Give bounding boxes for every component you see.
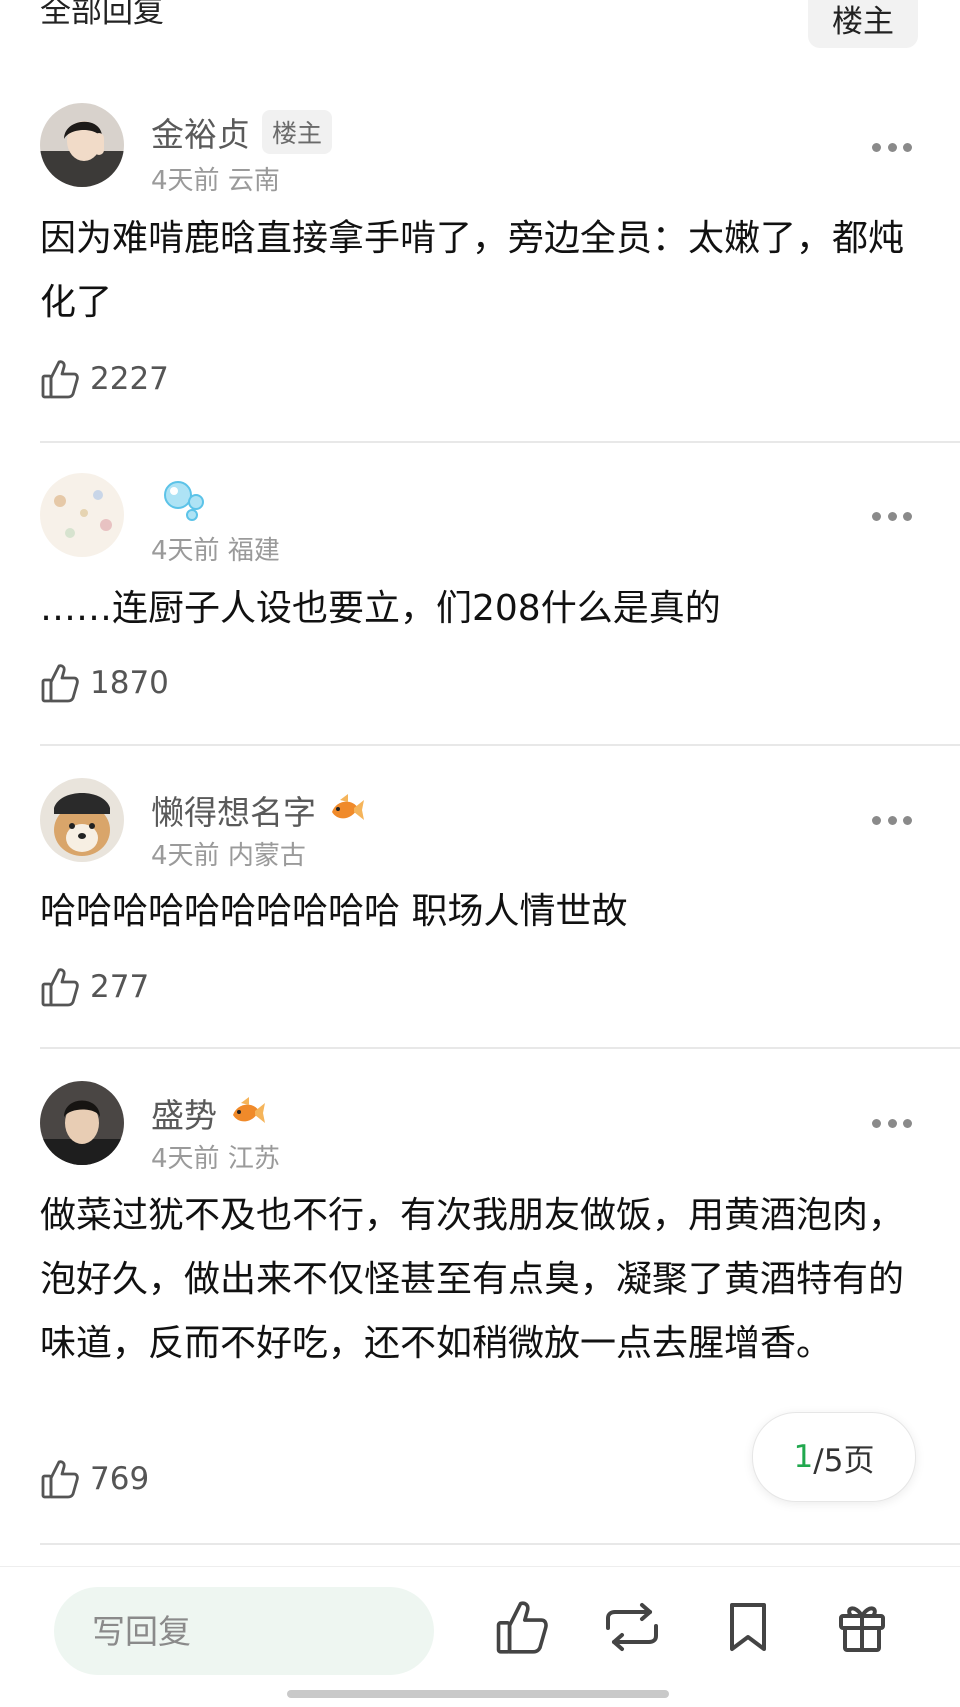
comment-meta: 4天前 江苏	[151, 1138, 280, 1175]
more-options-icon[interactable]	[872, 1119, 912, 1129]
bookmark-button[interactable]	[716, 1595, 780, 1659]
avatar[interactable]	[40, 103, 124, 187]
username-row	[151, 478, 207, 524]
more-options-icon[interactable]	[872, 143, 912, 153]
comment-time: 4天前	[151, 536, 220, 566]
gift-icon	[839, 1606, 885, 1652]
like-count: 2227	[90, 361, 169, 397]
op-badge: 楼主	[262, 110, 333, 154]
username[interactable]: 金裕贞	[151, 108, 250, 156]
page-indicator-button[interactable]: 1/5页	[752, 1412, 916, 1502]
op-only-filter-button[interactable]: 楼主	[808, 0, 918, 48]
comment-time: 4天前	[151, 166, 220, 196]
username-row: 懒得想名字	[151, 786, 366, 834]
username[interactable]: 懒得想名字	[151, 786, 316, 834]
comment-text: ……连厨子人设也要立，们208什么是真的	[40, 588, 721, 629]
comment-time: 4天前	[151, 1144, 220, 1174]
like-button[interactable]: 769	[40, 1458, 149, 1500]
divider	[40, 744, 960, 746]
thumbs-up-icon	[41, 360, 79, 399]
section-title: 全部回复	[40, 0, 164, 30]
like-count: 1870	[90, 665, 169, 701]
comment-time: 4天前	[151, 841, 220, 871]
thumbs-up-icon	[41, 968, 79, 1007]
current-page: 1	[793, 1439, 814, 1475]
comment-location: 云南	[227, 166, 280, 196]
avatar[interactable]	[40, 778, 124, 862]
divider	[40, 1543, 960, 1545]
thumbs-up-icon	[496, 1601, 548, 1654]
username[interactable]: 盛势	[151, 1089, 217, 1137]
comment-meta: 4天前 福建	[151, 530, 280, 567]
comment-location: 江苏	[227, 1144, 280, 1174]
goldfish-icon	[332, 794, 364, 820]
comment-location: 内蒙古	[227, 841, 306, 871]
comment-meta: 4天前 云南	[151, 160, 280, 197]
total-pages: /5页	[813, 1442, 875, 1479]
like-count: 769	[90, 1461, 150, 1497]
avatar[interactable]	[40, 473, 124, 557]
goldfish-icon	[233, 1097, 265, 1123]
avatar[interactable]	[40, 1081, 124, 1165]
divider	[40, 1047, 960, 1049]
comment-text: 做菜过犹不及也不行，有次我朋友做饭，用黄酒泡肉，泡好久，做出来不仅怪甚至有点臭，…	[40, 1195, 905, 1364]
more-options-icon[interactable]	[872, 512, 912, 522]
like-button[interactable]: 1870	[40, 662, 169, 704]
like-button[interactable]: 2227	[40, 358, 169, 400]
comment-text: 因为难啃鹿晗直接拿手啃了，旁边全员：太嫩了，都炖化了	[40, 218, 905, 323]
username-row: 盛势	[151, 1089, 267, 1137]
bottom-action-bar	[0, 1566, 960, 1707]
more-options-icon[interactable]	[872, 816, 912, 826]
like-count: 277	[90, 969, 150, 1005]
bookmark-icon	[730, 1603, 766, 1651]
gift-button[interactable]	[830, 1595, 894, 1659]
home-indicator	[287, 1690, 669, 1698]
like-button[interactable]: 277	[40, 966, 149, 1008]
thumbs-up-icon	[41, 1460, 79, 1499]
comment-location: 福建	[227, 536, 280, 566]
bubbles-icon	[164, 481, 204, 521]
thumbs-up-icon	[41, 664, 79, 703]
comment-meta: 4天前 内蒙古	[151, 835, 306, 872]
comment-text: 哈哈哈哈哈哈哈哈哈哈 职场人情世故	[40, 891, 628, 932]
repost-icon	[606, 1603, 658, 1651]
repost-button[interactable]	[600, 1595, 664, 1659]
like-post-button[interactable]	[490, 1595, 554, 1659]
reply-input[interactable]	[54, 1587, 434, 1675]
username-row: 金裕贞 楼主	[151, 108, 333, 156]
divider	[40, 441, 960, 443]
